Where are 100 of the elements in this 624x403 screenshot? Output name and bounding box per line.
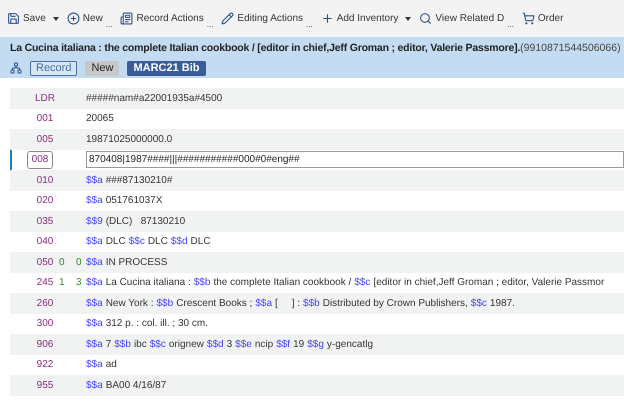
plus-icon [320,12,334,25]
subfield-text: 19 [293,338,304,352]
subfield-code: $$a [255,296,272,311]
hierarchy-icon[interactable] [10,62,22,74]
subfield-code: $$a [86,317,103,332]
subfield-text: ###87130210# [106,174,172,188]
subfield-text: IN PROCESS [106,256,168,270]
subfield-code: $$d [170,235,188,250]
subfield-text: DLC [190,235,211,250]
tag-field[interactable]: 008 [27,150,53,169]
toolbar-button[interactable]: Editing Actions ... [221,8,313,30]
field-tag: 922 [33,357,57,372]
subfield-text: New York : [106,296,154,311]
subfield-text: [ ] : [275,296,300,311]
field-tag: 260 [33,296,57,311]
field-tag: 906 [33,336,57,352]
indicator: 1 [59,277,65,288]
subfield-text: BA00 4/16/87 [106,378,166,393]
subfield-text: ibc [134,338,147,352]
subfield-text: 312 p. : col. ill. ; 30 cm. [106,317,208,332]
indicator: 3 [76,277,82,288]
field-tag: 050 [33,254,57,270]
field-value: 19871025000000.0 [86,132,172,147]
field-row[interactable]: 050 0 0 $$a IN PROCESS [10,252,624,272]
subfield-code: $$b [156,296,174,311]
record-id: (9910871544506066) [520,41,621,56]
subfield-code: $$e [235,338,252,352]
subfield-code: $$a [86,358,103,372]
subfield-text: DLC [106,235,126,250]
document-list-icon [120,12,134,25]
subfield-code: $$9 [86,214,103,229]
field-tag: 300 [33,316,57,332]
cart-icon [522,12,535,25]
field-tag: 040 [33,234,57,250]
subfield-code: $$d [206,338,224,352]
field-row[interactable]: 035 $$9 (DLC) 87130210 [10,211,624,232]
subfield-text: Distributed by Crown Publishers, [322,296,468,311]
field-row[interactable]: 008 870408|1987####|||###########000#0#eng## [10,150,624,170]
record-badge: MARC21 Bib [127,60,206,76]
subfield-code: $$b [303,296,320,311]
subfield-code: $$b [194,276,210,290]
subfield-code: $$a [86,235,103,250]
subfield-text: ad [106,358,117,372]
toolbar-button[interactable]: Save [7,8,59,30]
subfield-code: $$a [86,296,103,311]
subfield-code: $$c [128,235,145,250]
pencil-icon [221,12,234,25]
subfield-text: (DLC) 87130210 [106,214,186,229]
field-tag: 005 [33,132,57,147]
subfield-code: $$b [114,338,131,352]
field-row[interactable]: 906 $$a 7 $$b ibc $$c orignew $$d 3 $$e ncip $$f 19 $$g y-gencatlg [10,334,624,354]
field-row[interactable]: 260 $$a New York : $$b Crescent Books ; $$a [ ] : $$b Distributed by Crown Publishers, $$c 1987. [10,293,624,314]
toolbar-button[interactable]: Order [522,8,564,30]
record-badge: Record [30,60,78,76]
subfield-text: La Cucina italiana : [106,276,191,290]
toolbar-button[interactable]: New ... [66,8,112,30]
subfield-code: $$c [354,276,370,290]
subfield-code: $$a [86,256,103,270]
subfield-text: orignew [168,338,204,352]
subfield-text: 3 [226,338,232,352]
subfield-code: $$c [150,338,166,352]
subfield-code: $$a [86,276,103,290]
subfield-text: Crescent Books ; [176,296,252,311]
subfield-code: $$g [307,338,324,352]
field-tag: 001 [33,111,57,126]
record-title: La Cucina italiana : the complete Italian cookbook / [editor in chief,Jeff Groman ; editor, Valerie Passmore]. [10,41,520,56]
field-value: #####nam#a22001935a#4500 [86,92,222,106]
field-row[interactable]: 005 19871025000000.0 [10,129,624,150]
field-row[interactable]: 955 $$a BA00 4/16/87 [10,375,624,396]
search-icon [419,12,432,25]
subfield-code: $$c [470,296,487,311]
toolbar-button[interactable]: Record Actions ... [120,8,214,30]
subfield-code: $$a [86,194,103,208]
subfield-code: $$a [86,338,103,352]
subfield-code: $$f [276,338,290,352]
toolbar-button[interactable]: Add Inventory [320,8,412,30]
field-tag: 010 [33,172,57,188]
field-tag: 020 [33,193,57,208]
field-value: 20065 [86,112,114,126]
field-row[interactable]: LDR #####nam#a22001935a#4500 [10,88,624,108]
plus-circle-icon [66,12,80,25]
subfield-code: $$a [86,378,103,393]
indicator: 0 [76,256,82,268]
field-tag: 955 [33,378,57,393]
subfield-text: ncip [254,338,274,352]
subfield-text: 1987. [490,296,515,311]
field-input[interactable]: 870408|1987####|||###########000#0#eng## [86,151,624,168]
subfield-text: 051761037X [106,194,162,208]
caret-icon [405,16,412,20]
caret-icon [52,16,59,20]
field-row[interactable]: 010 $$a ###87130210# [10,170,624,190]
toolbar-button[interactable]: View Related D ... [419,8,514,30]
field-tag: LDR [33,90,57,106]
subfield-text: DLC [148,235,168,250]
subfield-text: 7 [106,338,112,352]
field-tag: 035 [33,214,57,229]
save-icon [7,12,20,25]
subfield-text: y-gencatlg [326,338,374,352]
indicator: 0 [59,256,65,268]
subfield-text: [editor in chief,Jeff Groman ; editor, Valerie Passmor [373,276,604,290]
